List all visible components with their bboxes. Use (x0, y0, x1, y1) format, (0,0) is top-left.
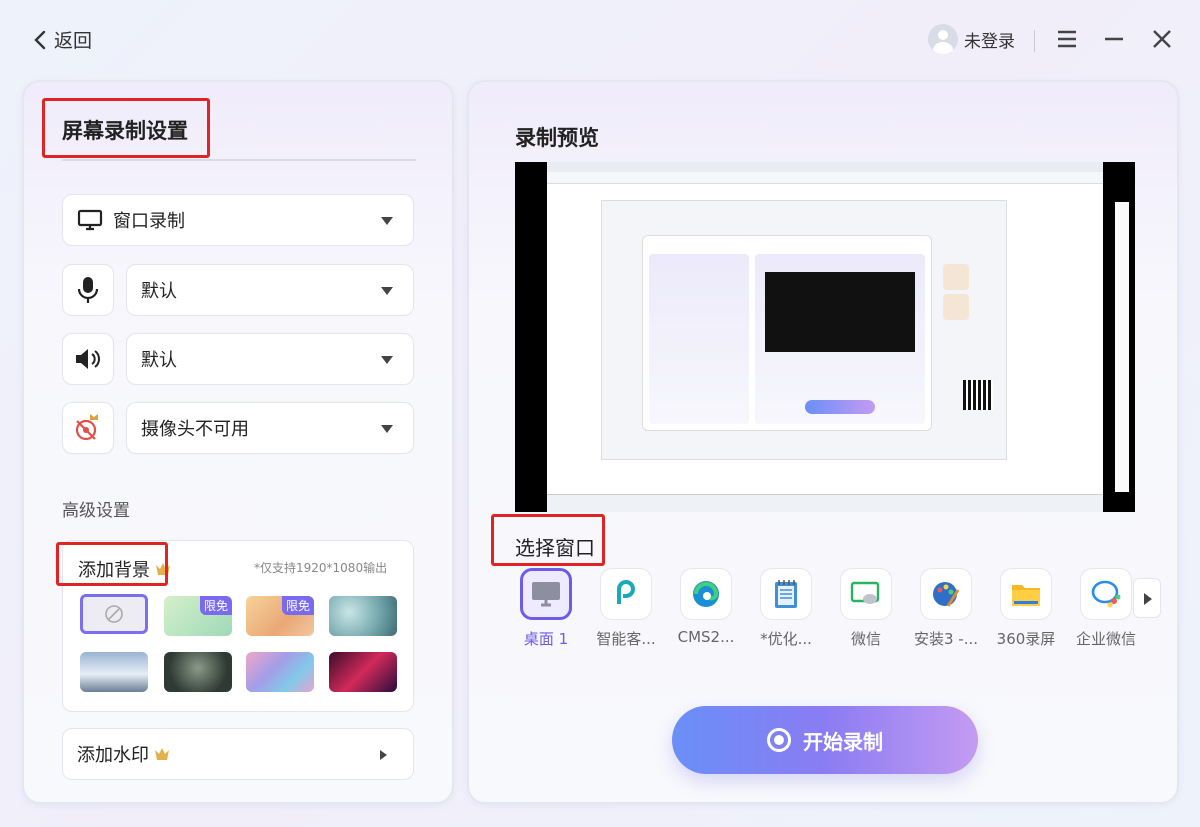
start-recording-label: 开始录制 (803, 729, 883, 754)
back-label: 返回 (54, 30, 93, 52)
window-item-label: 微信 (850, 630, 881, 648)
microphone-select[interactable]: 默认 (126, 264, 414, 316)
menu-icon (1058, 30, 1076, 48)
background-wave-thumb[interactable] (246, 652, 314, 692)
speaker-toggle[interactable] (62, 333, 114, 385)
monitor-icon (77, 209, 103, 231)
caret-down-icon (381, 217, 393, 225)
user-login[interactable]: 未登录 (928, 24, 1015, 54)
edge-browser-icon (680, 568, 732, 620)
free-tag: 限免 (281, 596, 314, 615)
folder-icon (1000, 568, 1052, 620)
speaker-select[interactable]: 默认 (126, 333, 414, 385)
minimize-icon (1105, 37, 1123, 41)
window-list-next-button[interactable] (1133, 578, 1161, 618)
settings-panel: 屏幕录制设置 窗口录制 默认 默认 摄像头不可用 高级设置 添加背景 *仅支持1… (22, 80, 454, 804)
camera-toggle[interactable] (62, 402, 114, 454)
background-none-thumb[interactable] (80, 594, 148, 634)
wecom-icon (1080, 568, 1132, 620)
highlight-box (491, 514, 605, 566)
notepad-icon (760, 568, 812, 620)
desktop-icon (520, 568, 572, 620)
window-item-smart-service[interactable]: 智能客... (591, 568, 661, 649)
window-item-label: 智能客... (596, 630, 656, 648)
microphone-value: 默认 (141, 281, 177, 302)
preview-tabbar (547, 162, 1103, 172)
preview-title: 录制预览 (515, 126, 599, 150)
minimize-button[interactable] (1102, 27, 1126, 51)
window-item-label: 企业微信 (1075, 630, 1136, 648)
window-item-cms[interactable]: CMS2... (671, 568, 741, 646)
speaker-value: 默认 (141, 350, 177, 371)
window-item-360-recorder[interactable]: 360录屏 (991, 568, 1061, 649)
window-item-label: CMS2... (677, 628, 735, 646)
watermark-label: 添加水印 (77, 745, 149, 766)
paint-icon (920, 568, 972, 620)
window-item-desktop[interactable]: 桌面 1 (511, 568, 581, 649)
advanced-settings-label: 高级设置 (62, 501, 130, 521)
title-divider (62, 159, 416, 161)
caret-right-icon (380, 750, 387, 760)
start-recording-button[interactable]: 开始录制 (672, 706, 978, 774)
title-bar: 返回 未登录 (0, 0, 1200, 80)
preview-addressbar (547, 172, 1103, 184)
recording-preview (515, 162, 1135, 512)
window-item-notepad[interactable]: *优化... (751, 568, 821, 649)
speaker-icon (76, 349, 100, 369)
camera-off-icon (75, 414, 98, 441)
background-sunset-thumb[interactable]: 限免 (246, 596, 314, 636)
divider (1034, 30, 1035, 52)
window-item-wecom[interactable]: 企业微信 (1071, 568, 1141, 649)
microphone-icon (77, 277, 99, 303)
camera-select[interactable]: 摄像头不可用 (126, 402, 414, 454)
caret-down-icon (381, 425, 393, 433)
qr-code (963, 380, 993, 410)
caret-down-icon (381, 287, 393, 295)
add-watermark-row[interactable]: 添加水印 (62, 728, 414, 780)
preview-screen (547, 162, 1129, 512)
record-mode-value: 窗口录制 (113, 211, 185, 232)
window-item-label: 安装3 -... (913, 630, 979, 648)
user-label: 未登录 (964, 31, 1015, 52)
free-tag: 限免 (199, 596, 232, 615)
highlight-box (42, 98, 210, 158)
smart-service-icon (600, 568, 652, 620)
preview-taskbar (547, 494, 1103, 512)
preview-app-window (601, 200, 1007, 460)
background-green-thumb[interactable]: 限免 (164, 596, 232, 636)
preview-panel: 录制预览 选择窗口 桌面 1 智能客... CMS2... *优化... 微信 … (467, 80, 1179, 804)
background-neon-thumb[interactable] (329, 652, 397, 692)
chevron-left-icon (34, 30, 46, 49)
avatar (928, 24, 958, 54)
window-item-paint[interactable]: 安装3 -... (911, 568, 981, 649)
vip-crown-icon (155, 748, 169, 760)
background-note: *仅支持1920*1080输出 (254, 561, 388, 575)
window-item-label: *优化... (760, 630, 812, 648)
none-icon (105, 605, 123, 623)
window-item-label: 360录屏 (996, 630, 1056, 648)
preview-nested-recorder (642, 235, 932, 431)
back-button[interactable]: 返回 (32, 26, 92, 53)
record-icon (767, 728, 791, 752)
window-item-wechat[interactable]: 微信 (831, 568, 901, 649)
record-mode-select[interactable]: 窗口录制 (62, 194, 414, 246)
window-list: 桌面 1 智能客... CMS2... *优化... 微信 安装3 -... 3… (511, 568, 1141, 648)
background-mountain-thumb[interactable] (80, 652, 148, 692)
window-item-label: 桌面 1 (523, 630, 569, 648)
close-icon (1153, 30, 1171, 48)
menu-button[interactable] (1055, 27, 1079, 51)
caret-down-icon (381, 356, 393, 364)
close-button[interactable] (1150, 27, 1174, 51)
camera-value: 摄像头不可用 (141, 419, 249, 440)
background-forest-thumb[interactable] (164, 652, 232, 692)
microphone-toggle[interactable] (62, 264, 114, 316)
background-bubbles-thumb[interactable] (329, 596, 397, 636)
highlight-box (56, 542, 168, 586)
wechat-icon (840, 568, 892, 620)
